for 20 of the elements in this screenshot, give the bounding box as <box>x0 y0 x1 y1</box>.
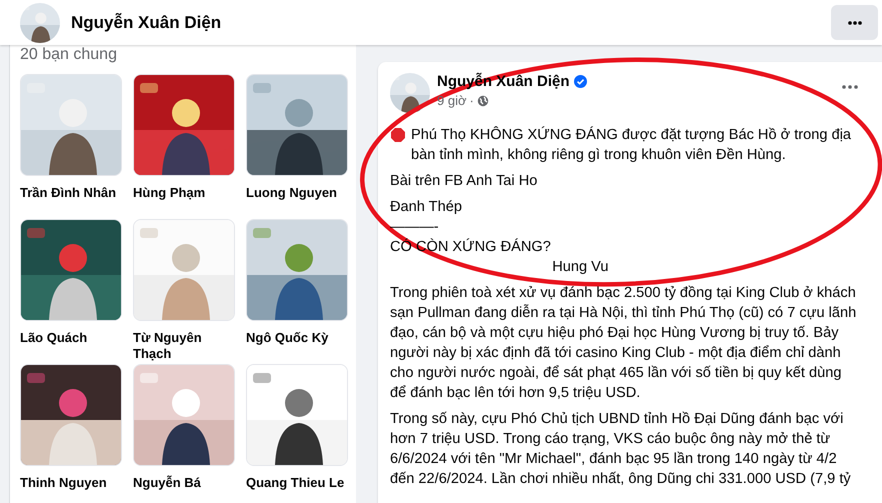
post-text: Bài trên FB Anh Tai Ho <box>390 172 538 191</box>
friend-name[interactable]: Luong Nguyen <box>246 185 348 201</box>
friend-name[interactable]: Thinh Nguyen <box>20 475 122 491</box>
friend-name[interactable]: Từ Nguyên Thạch <box>133 330 235 362</box>
globe-icon <box>476 94 489 106</box>
friend-name[interactable]: Nguyễn Bá <box>133 475 235 491</box>
stop-sign-icon <box>390 127 406 143</box>
mutual-friends-count: 20 bạn chung <box>20 45 118 65</box>
post-text: Phú Thọ KHÔNG XỨNG ĐÁNG được đặt tượng Bác Hồ ở trong địa bàn tỉnh mình, không riêng gì trong khuôn viên Đền Hùng. <box>411 125 852 165</box>
friend-name[interactable]: Ngô Quốc Kỳ <box>246 330 348 346</box>
post-text: Trong phiên toà xét xử vụ đánh bạc 2.500 tỷ đồng tại King Club ở khách sạn Pullman đang diễn ra tại Hà Nội, thì tỉnh Phú Thọ (cũ) có 7 cựu lãnh đạo, cán bộ và một cựu hiệu phó Đại học Hùng Vương bị truy tố. Bảy người này bị xác định đã tới casino King Club - một địa điểm chỉ dành cho người nước ngoài, để sát phạt 465 lần với số tiền bị quy kết dùng để đánh bạc lên tới hơn 9,5 triệu USD. <box>390 284 858 403</box>
more-icon <box>842 85 858 89</box>
friend-name[interactable]: Hùng Phạm <box>133 185 235 201</box>
more-button[interactable] <box>831 5 878 40</box>
friend-name[interactable]: Lão Quách <box>20 330 122 346</box>
separator-dot: · <box>470 93 474 108</box>
post-text: Trong số này, cựu Phó Chủ tịch UBND tỉnh Hồ Đại Dũng đánh bạc với hơn 7 triệu USD. Trong cáo trạng, VKS cáo buộc ông này mở thẻ từ 6/6/2024 với tên "Mr Michael", đánh bạc 95 lần trong 140 ngày từ 4/2 đến 22/6/2024. Lần chơi nhiều nhất, ông Dũng chi 331.000 USD (7,9 tỷ <box>390 410 852 489</box>
more-icon <box>848 20 862 24</box>
friend-name[interactable]: Quang Thieu Le <box>246 475 348 491</box>
friend-name[interactable]: Trần Đình Nhân <box>20 185 122 201</box>
